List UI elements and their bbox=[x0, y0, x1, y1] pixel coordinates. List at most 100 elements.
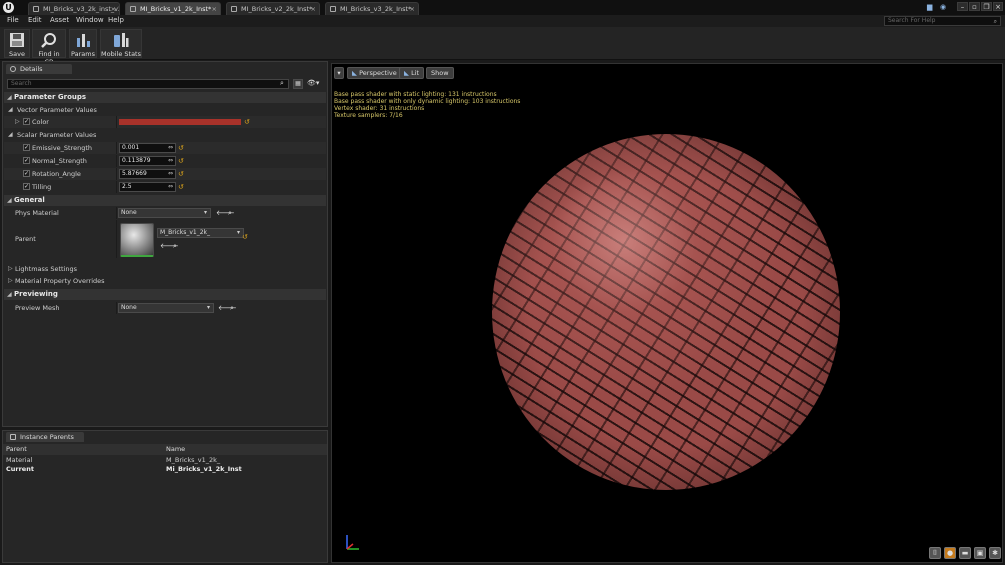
preview-plane-button[interactable]: ▬ bbox=[959, 547, 971, 559]
menu-edit[interactable]: Edit bbox=[28, 16, 42, 24]
minimize-button[interactable]: – bbox=[957, 2, 968, 11]
params-icon bbox=[77, 34, 90, 47]
tab-mi-bricks-v3-inst[interactable]: MI_Bricks_v3_2k_Inst* × bbox=[325, 2, 419, 15]
preview-cylinder-button[interactable]: ⌷ bbox=[929, 547, 941, 559]
scalar-parameter-values-group[interactable]: ◢ Scalar Parameter Values bbox=[4, 129, 326, 141]
rotation-angle-value: 5.87669 bbox=[122, 170, 147, 177]
show-button[interactable]: Show bbox=[426, 67, 454, 79]
preview-teapot-button[interactable]: ✱ bbox=[989, 547, 1001, 559]
details-tab[interactable]: Details bbox=[6, 64, 72, 74]
divider bbox=[116, 302, 117, 314]
parent-thumbnail[interactable] bbox=[120, 223, 154, 257]
details-panel: Details Search ⌕ ▦ 👁▾ ◢ Parameter Groups… bbox=[2, 61, 328, 427]
restore-button[interactable]: ❐ bbox=[981, 2, 992, 11]
params-button[interactable]: Params bbox=[69, 29, 97, 58]
table-row[interactable]: Material M_Bricks_v1_2k_ bbox=[3, 456, 327, 465]
perspective-button[interactable]: ◣ Perspective bbox=[347, 67, 402, 79]
parent-combo[interactable]: M_Bricks_v1_2k_ ▾ bbox=[157, 228, 244, 238]
emissive-strength-checkbox[interactable]: ✓ bbox=[23, 144, 30, 151]
color-swatch[interactable] bbox=[119, 119, 241, 125]
tab-mi-bricks-v1-inst[interactable]: MI_Bricks_v1_2k_Inst* × bbox=[125, 2, 221, 15]
close-icon[interactable]: × bbox=[410, 3, 415, 15]
section-previewing[interactable]: ◢ Previewing bbox=[4, 289, 326, 300]
close-icon[interactable]: × bbox=[111, 3, 116, 15]
tab-mi-bricks-v2-inst[interactable]: MI_Bricks_v2_2k_Inst* × bbox=[226, 2, 320, 15]
drag-icon: ⇔ bbox=[167, 144, 173, 151]
menu-asset[interactable]: Asset bbox=[50, 16, 69, 24]
browse-search-icon[interactable]: ⌕ bbox=[173, 240, 177, 252]
preview-sphere-button[interactable]: ● bbox=[944, 547, 956, 559]
reset-to-default-icon[interactable]: ↺ bbox=[244, 116, 250, 128]
preview-mesh-value: None bbox=[121, 304, 137, 311]
material-icon bbox=[130, 6, 136, 12]
normal-strength-field[interactable]: 0.113879 ⇔ bbox=[119, 156, 176, 166]
tab-label: MI_Bricks_v2_2k_Inst* bbox=[241, 5, 313, 13]
menu-window[interactable]: Window bbox=[76, 16, 104, 24]
parent-value: M_Bricks_v1_2k_ bbox=[160, 229, 210, 236]
lit-icon: ◣ bbox=[404, 69, 409, 77]
material-property-overrides-row[interactable]: ▷ Material Property Overrides bbox=[4, 275, 326, 287]
menu-help[interactable]: Help bbox=[108, 16, 124, 24]
browse-search-icon[interactable]: ⌕ bbox=[228, 207, 232, 219]
color-override-checkbox[interactable]: ✓ bbox=[23, 118, 30, 125]
preview-cube-button[interactable]: ▣ bbox=[974, 547, 986, 559]
material-property-overrides-label: Material Property Overrides bbox=[15, 277, 105, 285]
save-button[interactable]: Save bbox=[4, 29, 30, 58]
normal-strength-checkbox[interactable]: ✓ bbox=[23, 157, 30, 164]
color-label: Color bbox=[32, 118, 49, 126]
preview-mesh-combo[interactable]: None ▾ bbox=[118, 303, 214, 313]
scalar-row-tilling: ✓ Tilling 2.5 ⇔ ↺ bbox=[4, 181, 326, 193]
axis-gizmo-icon bbox=[346, 535, 359, 550]
details-search-input[interactable]: Search bbox=[7, 79, 289, 89]
material-preview-viewport[interactable]: ▾ ◣ Perspective ◣ Lit Show Base pass sha… bbox=[331, 63, 1003, 563]
close-icon[interactable]: × bbox=[212, 3, 217, 15]
broadcast-icon[interactable]: ◉ bbox=[940, 3, 946, 11]
material-icon bbox=[231, 6, 237, 12]
preview-sphere[interactable] bbox=[492, 134, 840, 490]
tilling-checkbox[interactable]: ✓ bbox=[23, 183, 30, 190]
instance-parents-tab[interactable]: Instance Parents bbox=[6, 432, 84, 442]
section-parameter-groups[interactable]: ◢ Parameter Groups bbox=[4, 92, 326, 103]
stat-line: Base pass shader with only dynamic light… bbox=[334, 98, 521, 105]
phys-material-combo[interactable]: None ▾ bbox=[118, 208, 211, 218]
divider bbox=[116, 155, 117, 167]
emissive-strength-field[interactable]: 0.001 ⇔ bbox=[119, 143, 176, 153]
rotation-angle-checkbox[interactable]: ✓ bbox=[23, 170, 30, 177]
tilling-field[interactable]: 2.5 ⇔ bbox=[119, 182, 176, 192]
close-icon[interactable]: × bbox=[311, 3, 316, 15]
reset-to-default-icon[interactable]: ↺ bbox=[178, 142, 184, 154]
collapse-arrow-icon[interactable]: ▷ bbox=[15, 116, 20, 128]
menu-file[interactable]: File bbox=[7, 16, 19, 24]
expand-arrow-icon: ◢ bbox=[8, 106, 13, 113]
vector-parameter-values-group[interactable]: ◢ Vector Parameter Values bbox=[4, 104, 326, 116]
column-header-parent[interactable]: Parent bbox=[6, 444, 27, 455]
tab-label: MI_Bricks_v1_2k_Inst* bbox=[140, 5, 212, 13]
column-header-name[interactable]: Name bbox=[166, 444, 185, 455]
reset-to-default-icon[interactable]: ↺ bbox=[242, 231, 248, 243]
feedback-icon[interactable]: ▆ bbox=[927, 3, 932, 11]
tab-mi-bricks-v3-inst-v2[interactable]: MI_Bricks_v3_2k_inst_v2* × bbox=[28, 2, 120, 15]
lightmass-settings-row[interactable]: ▷ Lightmass Settings bbox=[4, 263, 326, 275]
mobile-stats-button[interactable]: Mobile Stats bbox=[100, 29, 142, 58]
find-in-cb-button[interactable]: Find in CB bbox=[32, 29, 66, 66]
section-general[interactable]: ◢ General bbox=[4, 195, 326, 206]
table-row[interactable]: Current Mi_Bricks_v1_2k_Inst bbox=[3, 465, 327, 474]
phys-material-value: None bbox=[121, 209, 137, 216]
viewport-options-button[interactable]: ▾ bbox=[334, 67, 344, 79]
rotation-angle-field[interactable]: 5.87669 ⇔ bbox=[119, 169, 176, 179]
mobile-stats-label: Mobile Stats bbox=[101, 50, 141, 58]
close-window-button[interactable]: × bbox=[993, 2, 1003, 11]
search-help-input[interactable]: Search For Help ⌕ bbox=[884, 16, 1001, 26]
browse-search-icon[interactable]: ⌕ bbox=[230, 302, 234, 314]
maximize-button[interactable]: ▫ bbox=[969, 2, 980, 11]
lit-button[interactable]: ◣ Lit bbox=[399, 67, 425, 79]
reset-to-default-icon[interactable]: ↺ bbox=[178, 168, 184, 180]
view-options-icon[interactable]: 👁▾ bbox=[307, 79, 319, 87]
phys-material-row: Phys Material None ▾ 🡐 ⌕ bbox=[4, 207, 326, 219]
parent-label: Parent bbox=[15, 235, 36, 243]
search-icon: ⌕ bbox=[280, 79, 284, 87]
emissive-strength-label: Emissive_Strength bbox=[32, 144, 93, 152]
reset-to-default-icon[interactable]: ↺ bbox=[178, 181, 184, 193]
reset-to-default-icon[interactable]: ↺ bbox=[178, 155, 184, 167]
property-matrix-button[interactable]: ▦ bbox=[293, 79, 303, 89]
